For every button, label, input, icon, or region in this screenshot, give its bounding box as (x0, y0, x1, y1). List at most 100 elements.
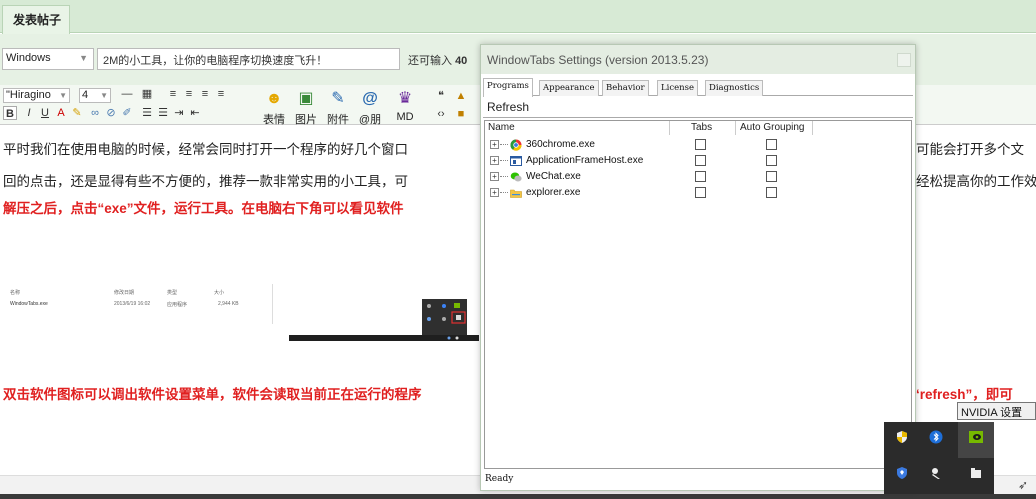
bluetooth-icon[interactable] (926, 430, 946, 450)
outdent-icon[interactable]: ⇤ (188, 106, 202, 120)
program-row[interactable]: + ApplicationFrameHost.exe (485, 153, 911, 169)
eraser-icon[interactable]: ✐ (120, 106, 134, 120)
chevron-down-icon: ▼ (79, 53, 88, 63)
align-center-icon[interactable]: ≡ (182, 87, 196, 101)
col-tabs[interactable]: Tabs (691, 122, 712, 133)
taskbar-edge (0, 494, 1036, 499)
expand-plus-icon[interactable]: + (490, 172, 499, 181)
column-divider[interactable] (812, 121, 813, 135)
align-justify-icon[interactable]: ≡ (214, 87, 228, 101)
chrome-icon (510, 139, 522, 151)
tree-header: Name Tabs Auto Grouping (485, 121, 911, 135)
tree-connector (500, 176, 508, 177)
tab-programs[interactable]: Programs (483, 78, 533, 97)
image-button[interactable]: ▣ 图片 (291, 89, 321, 127)
thread-title-input[interactable]: 2M的小工具，让你的电脑程序切换速度飞升！ (97, 48, 400, 70)
highlight-icon[interactable]: ✎ (70, 106, 84, 120)
code-icon[interactable]: ‹› (434, 107, 448, 121)
auto-grouping-checkbox[interactable] (766, 187, 777, 198)
mention-button[interactable]: @ @朋 (355, 89, 385, 127)
column-divider[interactable] (669, 121, 670, 135)
paragraph-2-right: 经松提高你的工作效 (916, 174, 1036, 189)
col-auto-grouping[interactable]: Auto Grouping (740, 122, 805, 133)
tabs-checkbox[interactable] (695, 155, 706, 166)
tree-connector (500, 192, 508, 193)
paragraph-red-2: 双击软件图标可以调出软件设置菜单，软件会读取当前正在运行的程序 (3, 387, 422, 402)
tab-behavior[interactable]: Behavior (602, 80, 649, 96)
font-size-select[interactable]: 4 ▼ (79, 88, 111, 103)
list-unordered-icon[interactable]: ☰ (156, 106, 170, 120)
tree-connector (500, 160, 508, 161)
expand-plus-icon[interactable]: + (490, 156, 499, 165)
paperclip-icon: ✎ (331, 90, 345, 107)
lock-icon[interactable]: ▲ (454, 89, 468, 103)
tray-screenshot (289, 299, 479, 341)
col-name[interactable]: Name (488, 122, 515, 133)
program-row[interactable]: + explorer.exe (485, 185, 911, 201)
align-right-icon[interactable]: ≡ (198, 87, 212, 101)
windowtabs-icon[interactable] (966, 466, 986, 486)
editor-tabbar: 发表帖子 (0, 0, 1036, 34)
screenshot-divider (272, 284, 273, 324)
attachment-button[interactable]: ✎ 附件 (323, 89, 353, 127)
markdown-button[interactable]: ♛ MD (390, 89, 420, 123)
at-icon: @ (362, 90, 378, 107)
dialog-tabstrip: Programs Appearance Behavior License Dia… (483, 78, 913, 97)
font-family-value: "Hiragino (6, 89, 51, 101)
tabs-checkbox[interactable] (695, 171, 706, 182)
program-row[interactable]: + WeChat.exe (485, 169, 911, 185)
auto-grouping-checkbox[interactable] (766, 139, 777, 150)
tab-post-thread[interactable]: 发表帖子 (2, 5, 70, 34)
table-icon[interactable]: ▦ (140, 87, 154, 101)
nvidia-icon[interactable] (966, 430, 986, 450)
category-value: Windows (6, 52, 51, 64)
close-icon[interactable] (897, 53, 911, 67)
category-select[interactable]: Windows ▼ (2, 48, 94, 70)
explorer-col-size: 大小 (214, 290, 225, 296)
expand-plus-icon[interactable]: + (490, 188, 499, 197)
paragraph-2: 回的点击，还是显得有些不方便的，推荐一款非常实用的小工具，可 (3, 174, 408, 189)
underline-icon[interactable]: U (38, 106, 52, 120)
align-left-icon[interactable]: ≡ (166, 87, 180, 101)
char-remaining-prefix: 还可输入 (408, 55, 452, 67)
bold-icon[interactable]: B (3, 106, 17, 120)
font-family-select[interactable]: "Hiragino ▼ (3, 88, 70, 103)
wechat-icon (510, 171, 522, 183)
refresh-button[interactable]: Refresh (487, 100, 529, 114)
window-icon (510, 155, 522, 167)
dialog-status: Ready (485, 474, 514, 484)
program-name: explorer.exe (526, 187, 581, 198)
list-ordered-icon[interactable]: ☰ (140, 106, 154, 120)
char-remaining: 还可输入 40 (408, 52, 467, 68)
italic-icon[interactable]: I (22, 106, 36, 120)
indent-icon[interactable]: ⇥ (172, 106, 186, 120)
tabs-checkbox[interactable] (695, 187, 706, 198)
programs-tree[interactable]: Name Tabs Auto Grouping + 360chrome.exe … (484, 120, 912, 469)
expand-plus-icon[interactable]: + (490, 140, 499, 149)
tab-appearance[interactable]: Appearance (539, 80, 599, 96)
font-color-icon[interactable]: A (54, 106, 68, 120)
dialog-titlebar[interactable]: WindowTabs Settings (version 2013.5.23) (481, 45, 915, 74)
explorer-file-date: 2013/6/19 16:02 (114, 301, 151, 307)
defender-icon[interactable] (892, 466, 912, 486)
quote-icon[interactable]: ❝ (434, 89, 448, 103)
column-divider[interactable] (735, 121, 736, 135)
auto-grouping-checkbox[interactable] (766, 171, 777, 182)
tray-tooltip: NVIDIA 设置 (957, 402, 1036, 420)
security-shield-icon[interactable] (892, 430, 912, 450)
emoji-button[interactable]: ☻ 表情 (259, 89, 289, 127)
image-icon: ▣ (298, 90, 314, 107)
tabs-checkbox[interactable] (695, 139, 706, 150)
rocket-icon[interactable]: ➶ (1018, 478, 1028, 492)
program-row[interactable]: + 360chrome.exe (485, 137, 911, 153)
horizontal-rule-icon[interactable]: — (120, 87, 134, 101)
tab-diagnostics[interactable]: Diagnostics (705, 80, 764, 96)
markdown-icon: ♛ (397, 90, 413, 107)
auto-grouping-checkbox[interactable] (766, 155, 777, 166)
tab-license[interactable]: License (657, 80, 699, 96)
ime-pen-icon[interactable] (926, 466, 946, 486)
link-icon[interactable]: ∞ (88, 106, 102, 120)
unlink-icon[interactable]: ⊘ (104, 106, 118, 120)
paragraph-1-right: 可能会打开多个文 (916, 142, 1024, 157)
hide-icon[interactable]: ■ (454, 107, 468, 121)
